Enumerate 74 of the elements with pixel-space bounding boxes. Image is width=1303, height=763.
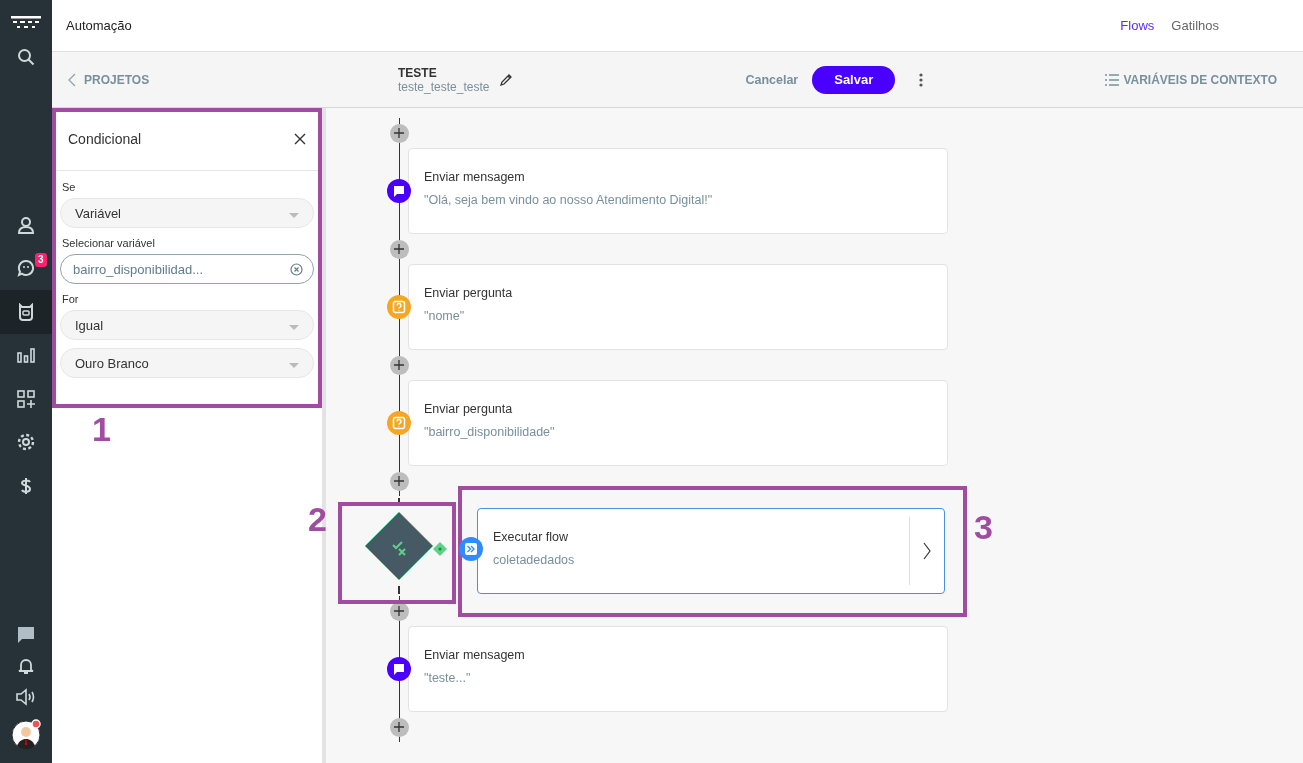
input-field[interactable]: bairro_disponibilidad... — [60, 254, 314, 284]
step-title: Enviar pergunta — [424, 402, 514, 416]
avatar[interactable] — [10, 719, 42, 751]
speaker-icon[interactable] — [16, 688, 36, 706]
flow-name: TESTE — [398, 65, 438, 80]
add-step-button[interactable] — [389, 123, 409, 143]
list-icon — [1105, 73, 1120, 86]
panel-title: Condicional — [68, 131, 142, 147]
condition-node[interactable] — [363, 510, 435, 582]
step-title: Enviar mensagem — [424, 170, 526, 184]
plus-icon — [394, 606, 404, 616]
nav-tab[interactable]: Gatilhos — [1171, 18, 1219, 33]
edit-icon[interactable] — [499, 72, 514, 87]
add-step-button[interactable] — [389, 239, 409, 259]
step-detail: coletadedados — [493, 553, 576, 567]
step-detail: "bairro_disponibilidade" — [424, 425, 556, 439]
question-icon — [387, 411, 411, 435]
caret-icon — [289, 363, 299, 368]
add-step-button[interactable] — [389, 471, 409, 491]
step-detail: "Olá, seja bem vindo ao nosso Atendimento Digital!" — [424, 193, 714, 207]
more-options-icon[interactable] — [919, 72, 924, 87]
plus-icon — [394, 360, 404, 370]
step-card[interactable]: Enviar mensagem "teste..." — [408, 626, 948, 712]
select-field[interactable]: Igual — [60, 310, 314, 340]
settings-icon — [17, 433, 35, 452]
caret-icon — [289, 213, 299, 218]
plus-icon — [394, 244, 404, 254]
annotation-number: 1 — [92, 410, 111, 449]
plus-icon — [394, 128, 404, 138]
caret-icon — [289, 325, 299, 330]
step-detail: "teste..." — [424, 671, 472, 685]
close-icon[interactable] — [294, 133, 306, 145]
search-icon[interactable] — [17, 48, 35, 66]
step-card[interactable]: Enviar mensagem "Olá, seja bem vindo ao nosso Atendimento Digital!" — [408, 148, 948, 234]
flow-id: teste_teste_teste — [398, 79, 490, 94]
clear-icon[interactable] — [290, 262, 303, 276]
message-icon — [387, 657, 411, 681]
step-title: Enviar pergunta — [424, 286, 514, 300]
add-step-button[interactable] — [389, 717, 409, 737]
step-card[interactable]: Enviar pergunta "nome" — [408, 264, 948, 350]
select-field[interactable]: Ouro Branco — [60, 348, 314, 378]
logo-icon[interactable] — [11, 16, 41, 30]
annotation-number: 2 — [308, 500, 327, 539]
user-icon — [17, 215, 35, 234]
nav-tab[interactable]: Flows — [1120, 18, 1155, 33]
annotation-number: 3 — [974, 508, 993, 547]
question-icon — [387, 295, 411, 319]
sidebar-item[interactable] — [0, 290, 52, 334]
save-button[interactable]: Salvar — [812, 65, 896, 94]
chevron-right-icon[interactable] — [923, 542, 931, 560]
field-label: For — [62, 293, 80, 305]
app-title: Automação — [66, 18, 132, 33]
step-detail: "nome" — [424, 309, 466, 323]
sidebar-item[interactable]: 3 — [0, 246, 52, 290]
plus-icon — [394, 722, 404, 732]
apps-add-icon — [17, 389, 35, 408]
connector-handle[interactable] — [433, 542, 447, 556]
add-step-button[interactable] — [389, 355, 409, 375]
step-title: Enviar mensagem — [424, 648, 526, 662]
robot-icon — [17, 302, 35, 321]
notification-badge: 3 — [35, 252, 47, 267]
select-field[interactable]: Variável — [60, 198, 314, 228]
chat-face-icon — [17, 259, 35, 278]
chevron-left-icon — [68, 72, 76, 87]
plus-icon — [394, 476, 404, 486]
bar-chart-icon — [17, 346, 35, 365]
chat-icon[interactable] — [17, 626, 35, 644]
step-card[interactable]: Enviar pergunta "bairro_disponibilidade" — [408, 380, 948, 466]
bell-icon[interactable] — [17, 657, 35, 675]
field-label: Selecionar variável — [62, 237, 156, 249]
message-icon — [387, 179, 411, 203]
step-title: Executar flow — [493, 530, 570, 544]
field-label: Se — [62, 181, 77, 193]
step-card[interactable]: Executar flow coletadedados — [477, 508, 945, 594]
